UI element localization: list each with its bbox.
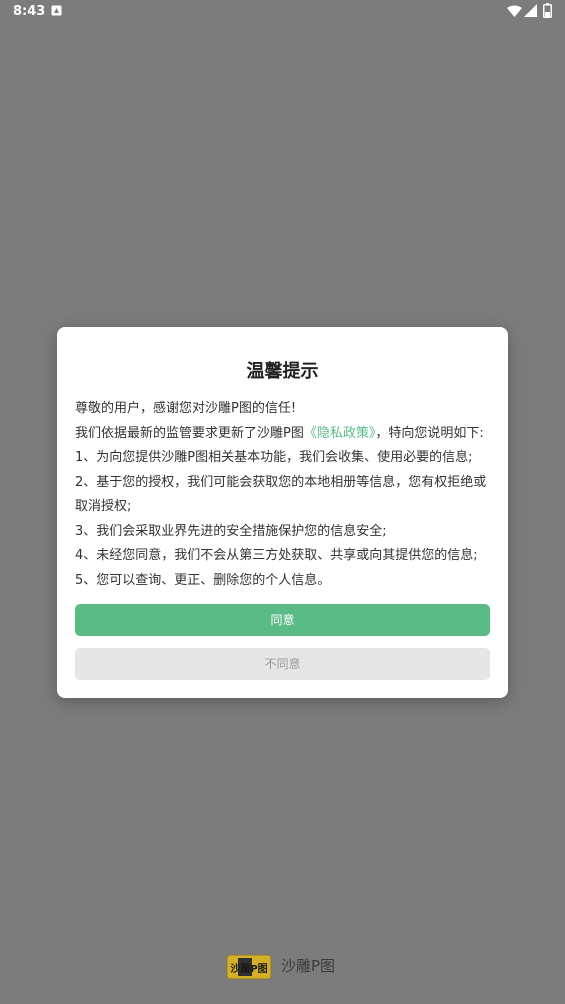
intro-paragraph: 我们依据最新的监管要求更新了沙雕P图《隐私政策》，特向您说明如下: bbox=[75, 422, 491, 447]
privacy-policy-link[interactable]: 《隐私政策》 bbox=[304, 426, 376, 441]
list-item: 2、基于您的授权，我们可能会获取您的本地相册等信息，您有权拒绝或取消授权; bbox=[75, 474, 487, 515]
disagree-button[interactable]: 不同意 bbox=[75, 648, 490, 680]
signal-icon bbox=[524, 4, 537, 17]
notification-icon bbox=[51, 5, 62, 16]
intro-text-after: ，特向您说明如下: bbox=[375, 425, 484, 441]
app-logo-text: 沙雕P图 bbox=[230, 962, 267, 975]
status-bar: 8:43 bbox=[0, 0, 565, 24]
battery-icon bbox=[543, 3, 552, 18]
app-name: 沙雕P图 bbox=[281, 957, 336, 975]
list-item: 3、我们会采取业界先进的安全措施保护您的信息安全; bbox=[75, 523, 387, 539]
intro-text-before: 我们依据最新的监管要求更新了沙雕P图 bbox=[75, 425, 304, 441]
list-item: 4、未经您同意，我们不会从第三方处获取、共享或向其提供您的信息; bbox=[75, 548, 478, 563]
dialog-title: 温馨提示 bbox=[246, 361, 319, 382]
agree-button[interactable]: 同意 bbox=[75, 604, 490, 636]
greeting-text: 尊敬的用户，感谢您对沙雕P图的信任! bbox=[75, 401, 297, 416]
dialog-body: 尊敬的用户，感谢您对沙雕P图的信任! 我们依据最新的监管要求更新了沙雕P图《隐私… bbox=[75, 397, 491, 593]
status-time: 8:43 bbox=[13, 4, 46, 19]
list-item: 1、为向您提供沙雕P图相关基本功能，我们会收集、使用必要的信息; bbox=[75, 450, 473, 465]
app-logo-icon: 沙雕P图 bbox=[226, 954, 272, 980]
privacy-dialog: 温馨提示 尊敬的用户，感谢您对沙雕P图的信任! 我们依据最新的监管要求更新了沙雕… bbox=[57, 327, 508, 698]
list-item: 5、您可以查询、更正、删除您的个人信息。 bbox=[75, 572, 331, 588]
wifi-icon bbox=[507, 5, 522, 17]
